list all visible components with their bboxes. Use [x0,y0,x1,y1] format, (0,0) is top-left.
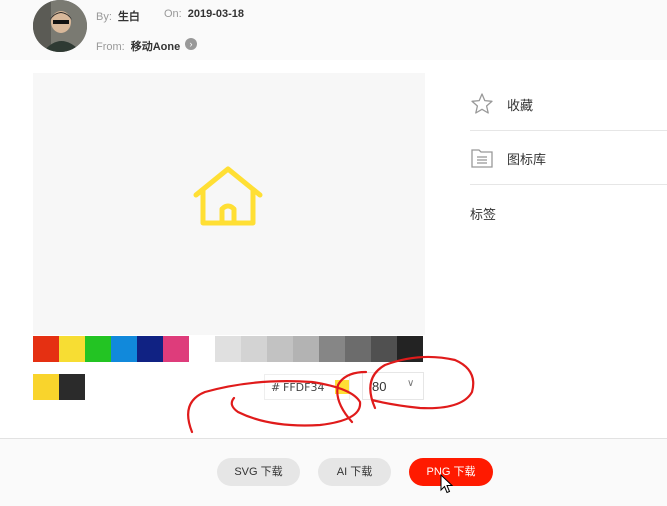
library-icon [471,149,493,168]
color-palette [33,336,423,362]
mouse-cursor-icon [440,474,454,494]
color-swatch[interactable] [33,336,59,362]
color-hex-input[interactable]: # FFDF34 [264,374,350,400]
hash-label: # [271,381,281,394]
size-select[interactable]: 80 ∨ [362,372,424,400]
color-swatch[interactable] [189,336,215,362]
color-swatch[interactable] [163,336,189,362]
color-swatch[interactable] [371,336,397,362]
avatar[interactable] [33,0,87,52]
icon-library-button[interactable]: 图标库 [470,131,667,185]
source-link[interactable]: 移动Aone [131,41,181,53]
recent-color-swatch[interactable] [33,374,59,400]
color-swatch[interactable] [319,336,345,362]
collect-button[interactable]: 收藏 [470,77,667,131]
hex-value[interactable]: FFDF34 [283,381,324,394]
chevron-right-icon[interactable]: › [185,38,197,50]
author-source: From: 移动Aone [96,41,181,53]
color-swatch[interactable] [85,336,111,362]
ai-download-button[interactable]: AI 下载 [318,458,391,486]
color-swatch[interactable] [345,336,371,362]
chevron-down-icon: ∨ [407,378,415,389]
recent-colors [33,374,85,400]
svg-download-button[interactable]: SVG 下载 [217,458,300,486]
library-label: 图标库 [507,152,547,167]
color-swatch[interactable] [267,336,293,362]
publish-date: On: 2019-03-18 [164,8,245,20]
color-swatch[interactable] [137,336,163,362]
tags-heading: 标签 [470,207,497,222]
home-icon [193,166,263,226]
author-name[interactable]: 生白 [118,11,140,23]
star-icon [471,93,493,114]
color-swatch[interactable] [293,336,319,362]
size-value: 80 [372,379,387,394]
color-swatch[interactable] [241,336,267,362]
color-swatch[interactable] [111,336,137,362]
color-swatch[interactable] [397,336,423,362]
collect-label: 收藏 [507,98,534,113]
author-by: By: 生白 [96,11,140,23]
color-swatch[interactable] [59,336,85,362]
color-swatch[interactable] [215,336,241,362]
current-color-chip[interactable] [335,380,349,394]
recent-color-swatch[interactable] [59,374,85,400]
